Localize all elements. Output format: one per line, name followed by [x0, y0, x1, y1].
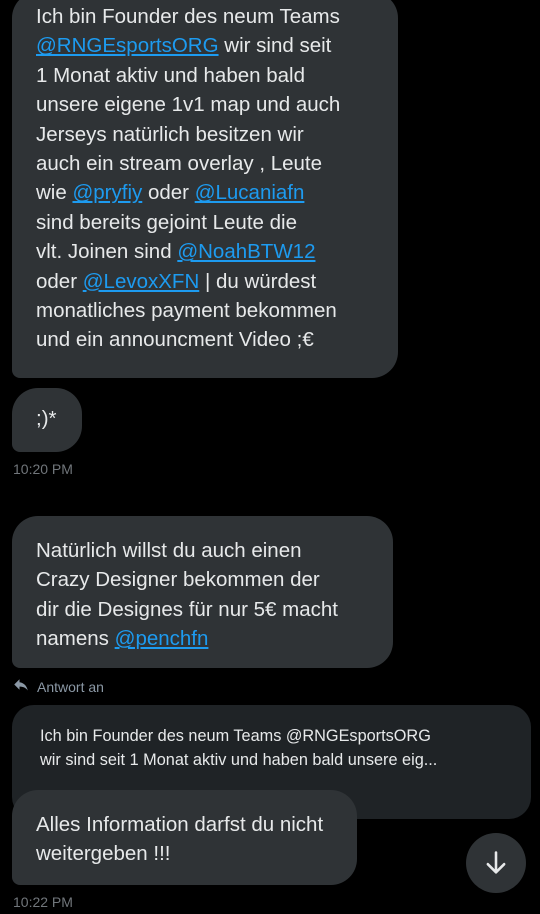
- message-text-line: sind bereits gejoint Leute die: [36, 208, 376, 237]
- message-text-line: namens @penchfn: [36, 624, 373, 653]
- message-text-line: monatliches payment bekommen: [36, 296, 376, 325]
- message-text: wir sind seit: [218, 34, 332, 58]
- message-text: vlt. Joinen sind: [36, 240, 178, 264]
- message-text: Alles Information darfst du nicht: [36, 813, 324, 836]
- message-text-line: Ich bin Founder des neum Teams: [36, 2, 376, 31]
- mention-link[interactable]: @NoahBTW12: [177, 240, 315, 263]
- message-text: und ein announcment Video ;€: [36, 328, 314, 352]
- message-text: | du würdest: [199, 269, 317, 293]
- message-bubble[interactable]: Natürlich willst du auch einen Crazy Desi…: [12, 516, 393, 668]
- message-text: wie: [36, 181, 73, 205]
- message-text: oder: [36, 269, 83, 293]
- message-text: dir die Designes für nur 5€ macht: [36, 597, 338, 621]
- reply-arrow-icon: [12, 677, 30, 698]
- message-text: Crazy Designer bekommen der: [36, 568, 320, 592]
- message-timestamp: 10:22 PM: [13, 894, 73, 910]
- message-bubble[interactable]: Ich bin Founder des neum Teams @RNGEsport…: [12, 0, 398, 378]
- message-text: 1 Monat aktiv und haben bald: [36, 63, 305, 87]
- message-text: weitergeben !!!: [36, 842, 171, 866]
- message-text-line: wie @pryfiy oder @Lucaniafn: [36, 178, 376, 207]
- message-text-line: vlt. Joinen sind @NoahBTW12: [36, 237, 376, 266]
- message-text-line: ;)*: [36, 404, 82, 433]
- arrow-down-icon: [482, 849, 510, 877]
- message-text-line: weitergeben !!!: [36, 839, 337, 868]
- message-bubble[interactable]: ;)*: [12, 388, 82, 452]
- message-text-line: dir die Designes für nur 5€ macht: [36, 595, 373, 624]
- mention-link[interactable]: @RNGEsportsORG: [36, 34, 219, 57]
- mention-link[interactable]: @LevoxXFN: [83, 270, 200, 293]
- mention-link[interactable]: @pryfiy: [72, 181, 142, 204]
- message-text-line: auch ein stream overlay , Leute: [36, 149, 376, 178]
- message-text: monatliches payment bekommen: [36, 299, 337, 323]
- message-text: auch ein stream overlay , Leute: [36, 152, 323, 176]
- message-text: namens: [36, 627, 115, 651]
- message-text-line: unsere eigene 1v1 map und auch: [36, 90, 376, 119]
- message-text: Ich bin Founder des neum Teams: [36, 5, 340, 28]
- message-text-line: und ein announcment Video ;€: [36, 325, 376, 354]
- mention-link[interactable]: @Lucaniafn: [195, 181, 305, 204]
- message-text: unsere eigene 1v1 map und auch: [36, 93, 341, 117]
- message-timestamp: 10:20 PM: [13, 461, 73, 477]
- message-text-line: @RNGEsportsORG wir sind seit: [36, 31, 376, 60]
- message-bubble[interactable]: Alles Information darfst du nicht weiterg…: [12, 790, 357, 885]
- message-text: oder: [142, 181, 195, 205]
- message-text-line: Crazy Designer bekommen der: [36, 565, 373, 594]
- message-text-line: Natürlich willst du auch einen: [36, 536, 373, 565]
- message-text-line: Alles Information darfst du nicht: [36, 810, 337, 839]
- message-text-line: oder @LevoxXFN | du würdest: [36, 267, 376, 296]
- mention-link[interactable]: @penchfn: [115, 627, 209, 650]
- quote-text-line: wir sind seit 1 Monat aktiv und haben ba…: [40, 750, 438, 769]
- message-text-line: 1 Monat aktiv und haben bald: [36, 61, 376, 90]
- quote-text-line: Ich bin Founder des neum Teams @RNGEspor…: [40, 727, 431, 745]
- reply-label: Antwort an: [37, 679, 104, 695]
- message-text: Jerseys natürlich besitzen wir: [36, 122, 304, 146]
- scroll-to-bottom-button[interactable]: [466, 833, 526, 893]
- message-text-line: Jerseys natürlich besitzen wir: [36, 120, 376, 149]
- message-text: ;)*: [36, 407, 57, 430]
- reply-indicator: Antwort an: [12, 677, 104, 697]
- message-text: sind bereits gejoint Leute die: [36, 210, 297, 234]
- message-text: Natürlich willst du auch einen: [36, 539, 302, 562]
